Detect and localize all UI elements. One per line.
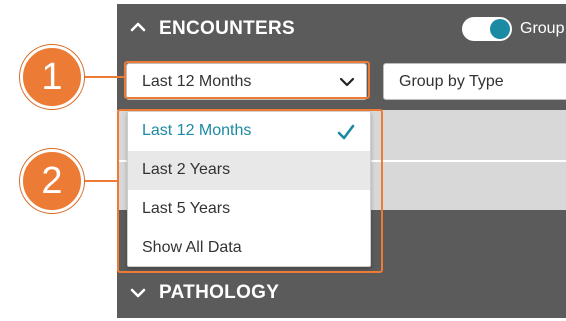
- callout-1-leader-line: [84, 76, 124, 78]
- toggle-knob: [490, 19, 510, 39]
- group-toggle-label: Group: [520, 20, 565, 37]
- chevron-down-icon: [130, 288, 146, 298]
- encounters-title: ENCOUNTERS: [159, 18, 296, 39]
- encounters-header[interactable]: ENCOUNTERS Group: [117, 4, 566, 54]
- callout-1-badge: 1: [20, 45, 84, 109]
- group-toggle[interactable]: [462, 17, 512, 41]
- chevron-up-icon: [130, 22, 146, 32]
- pathology-title: PATHOLOGY: [159, 282, 280, 303]
- group-by-select[interactable]: Group by Type: [383, 63, 566, 100]
- pathology-header[interactable]: PATHOLOGY: [117, 268, 566, 318]
- group-by-value: Group by Type: [399, 73, 504, 90]
- callout-1-highlight: [124, 61, 370, 99]
- callout-2-highlight: [117, 109, 383, 273]
- callout-2-leader-line: [84, 180, 117, 182]
- callout-2-badge: 2: [20, 149, 84, 213]
